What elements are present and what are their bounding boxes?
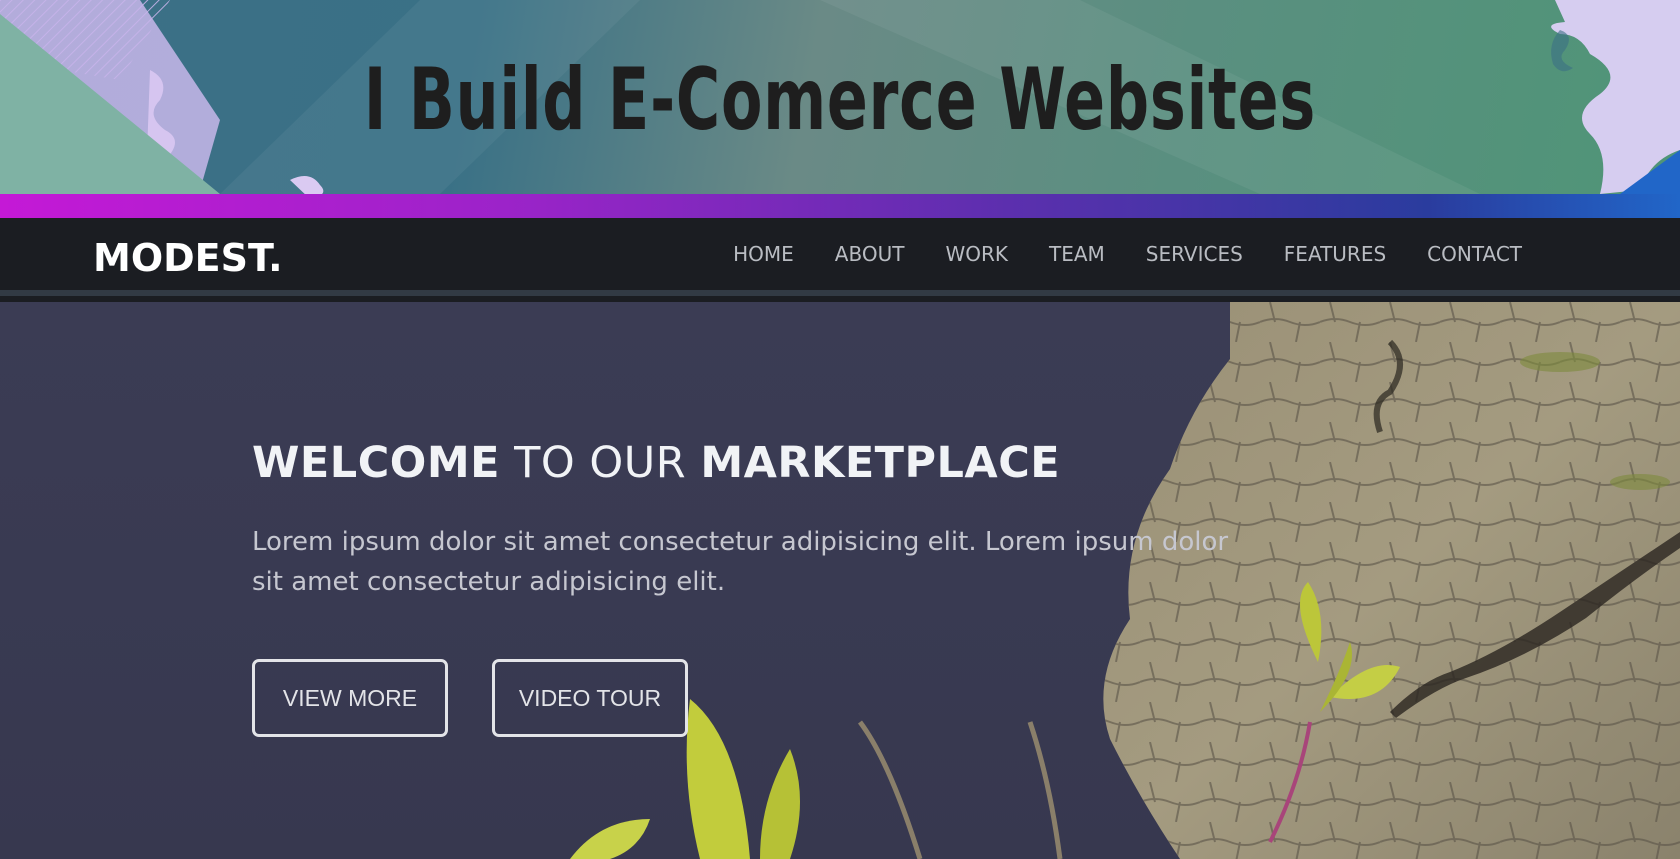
nav-item-home[interactable]: HOME	[733, 242, 794, 266]
hero-title-to-our: TO OUR	[499, 438, 701, 488]
navbar: MODEST. HOME ABOUT WORK TEAM SERVICES FE…	[0, 218, 1680, 296]
main-nav: HOME ABOUT WORK TEAM SERVICES FEATURES C…	[733, 218, 1522, 290]
banner-bottom-stripe	[0, 194, 1680, 218]
hero-buttons: VIEW MORE VIDEO TOUR	[252, 659, 688, 737]
banner-title: I Build E-Comerce Websites	[363, 50, 1317, 150]
banner: I Build E-Comerce Websites	[0, 0, 1680, 218]
nav-item-services[interactable]: SERVICES	[1146, 242, 1243, 266]
hero-title: WELCOME TO OUR MARKETPLACE	[252, 438, 1262, 488]
logo[interactable]: MODEST.	[93, 236, 283, 280]
hero-content: WELCOME TO OUR MARKETPLACE Lorem ipsum d…	[252, 438, 1262, 602]
hero-title-welcome: WELCOME	[252, 438, 500, 488]
nav-item-contact[interactable]: CONTACT	[1427, 242, 1522, 266]
view-more-button[interactable]: VIEW MORE	[252, 659, 448, 737]
hero-section: WELCOME TO OUR MARKETPLACE Lorem ipsum d…	[0, 302, 1680, 859]
nav-item-work[interactable]: WORK	[945, 242, 1008, 266]
hero-description: Lorem ipsum dolor sit amet consectetur a…	[252, 527, 1229, 597]
hero-title-marketplace: MARKETPLACE	[700, 438, 1061, 488]
video-tour-button[interactable]: VIDEO TOUR	[492, 659, 688, 737]
nav-item-team[interactable]: TEAM	[1049, 242, 1105, 266]
nav-item-features[interactable]: FEATURES	[1284, 242, 1386, 266]
nav-item-about[interactable]: ABOUT	[835, 242, 905, 266]
